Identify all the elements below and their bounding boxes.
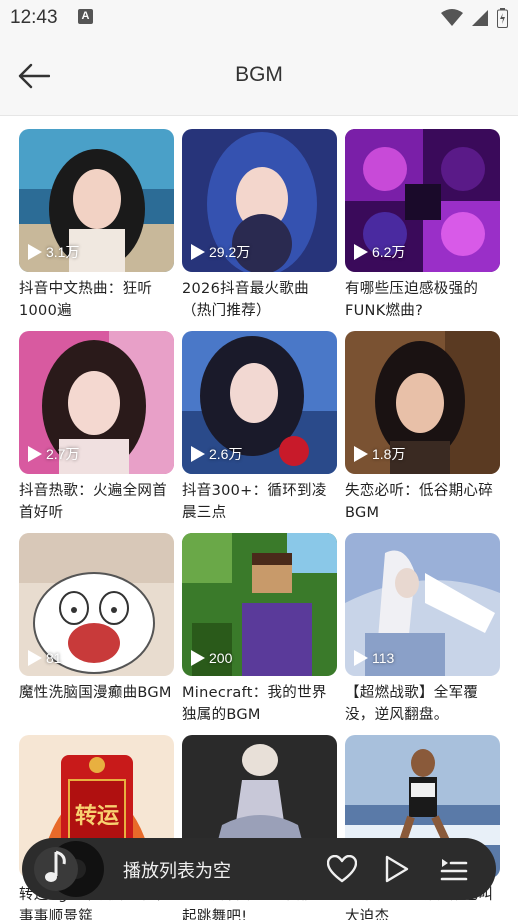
album-disc[interactable]: [34, 840, 106, 898]
playlist-card[interactable]: 200 Minecraft：我的世界独属的BGM: [182, 533, 337, 723]
playlist-title: Minecraft：我的世界独属的BGM: [182, 685, 327, 723]
play-count-icon: [191, 650, 205, 666]
playlist-button[interactable]: [436, 851, 472, 887]
favorite-button[interactable]: [324, 851, 360, 887]
play-count-icon: [28, 650, 42, 666]
play-count-icon: [191, 244, 205, 260]
status-bar: 12:43 A: [0, 0, 518, 36]
playlist-icon: [440, 859, 468, 881]
playlist-grid: 3.1万 抖音中文热曲：狂听1000遍 29.2万 2026抖音最火歌曲（热门推…: [19, 129, 500, 920]
play-count-icon: [28, 244, 42, 260]
playlist-title: 【超燃战歌】全军覆没，逆风翻盘。: [345, 685, 479, 723]
play-count: 29.2万: [191, 242, 250, 262]
playlist-cover: 2.7万: [19, 331, 174, 474]
playlist-card[interactable]: 29.2万 2026抖音最火歌曲（热门推荐）: [182, 129, 337, 319]
play-count: 200: [191, 650, 232, 666]
heart-icon: [327, 855, 357, 883]
playlist-cover: 2.6万: [182, 331, 337, 474]
player-status: 播放列表为空: [123, 861, 231, 882]
mini-player[interactable]: 播放列表为空: [22, 838, 496, 900]
play-icon: [385, 855, 409, 883]
playlist-cover: 81: [19, 533, 174, 676]
header: BGM: [0, 36, 518, 116]
play-count: 1.8万: [354, 444, 405, 464]
playlist-card[interactable]: 2.7万 抖音热歌：火遍全网首首好听: [19, 331, 174, 521]
playlist-title: 失恋必听：低谷期心碎BGM: [345, 483, 493, 521]
play-button[interactable]: [379, 851, 415, 887]
playlist-cover: 3.1万: [19, 129, 174, 272]
playlist-card[interactable]: 113 【超燃战歌】全军覆没，逆风翻盘。: [345, 533, 500, 723]
playlist-title: 抖音300+：循环到凌晨三点: [182, 483, 327, 521]
play-count: 113: [354, 650, 394, 666]
playlist-cover: 113: [345, 533, 500, 676]
play-count-icon: [28, 446, 42, 462]
status-time: 12:43: [10, 7, 58, 28]
playlist-cover: 1.8万: [345, 331, 500, 474]
playlist-cover: 6.2万: [345, 129, 500, 272]
playlist-title: 2026抖音最火歌曲（热门推荐）: [182, 281, 309, 319]
playlist-card[interactable]: 2.6万 抖音300+：循环到凌晨三点: [182, 331, 337, 521]
signal-icon: [472, 10, 488, 26]
status-icons: [441, 8, 508, 28]
play-count: 81: [28, 650, 62, 666]
playlist-cover: 29.2万: [182, 129, 337, 272]
playlist-card[interactable]: 1.8万 失恋必听：低谷期心碎BGM: [345, 331, 500, 521]
play-count-icon: [191, 446, 205, 462]
play-count: 3.1万: [28, 242, 79, 262]
page-title: BGM: [235, 63, 283, 86]
playlist-title: 抖音中文热曲：狂听1000遍: [19, 281, 153, 319]
play-count: 2.7万: [28, 444, 79, 464]
music-disc-icon: [34, 841, 104, 897]
playlist-card[interactable]: 3.1万 抖音中文热曲：狂听1000遍: [19, 129, 174, 319]
playlist-title: 抖音热歌：火遍全网首首好听: [19, 483, 167, 521]
playlist-card[interactable]: 6.2万 有哪些压迫感极强的FUNK燃曲?: [345, 129, 500, 319]
playlist-title: 魔性洗脑国漫癫曲BGM: [19, 685, 172, 701]
play-count: 2.6万: [191, 444, 242, 464]
play-count-icon: [354, 244, 368, 260]
wifi-icon: [441, 9, 463, 26]
playlist-cover: 200: [182, 533, 337, 676]
playlist-title: 有哪些压迫感极强的FUNK燃曲?: [345, 281, 479, 319]
play-count-icon: [354, 446, 368, 462]
notification-icon: A: [78, 9, 93, 24]
cover-lucky-text: 转运: [75, 803, 119, 829]
play-count-icon: [354, 650, 368, 666]
battery-icon: [497, 8, 508, 28]
play-count: 6.2万: [354, 242, 405, 262]
playlist-card[interactable]: 81 魔性洗脑国漫癫曲BGM: [19, 533, 174, 721]
